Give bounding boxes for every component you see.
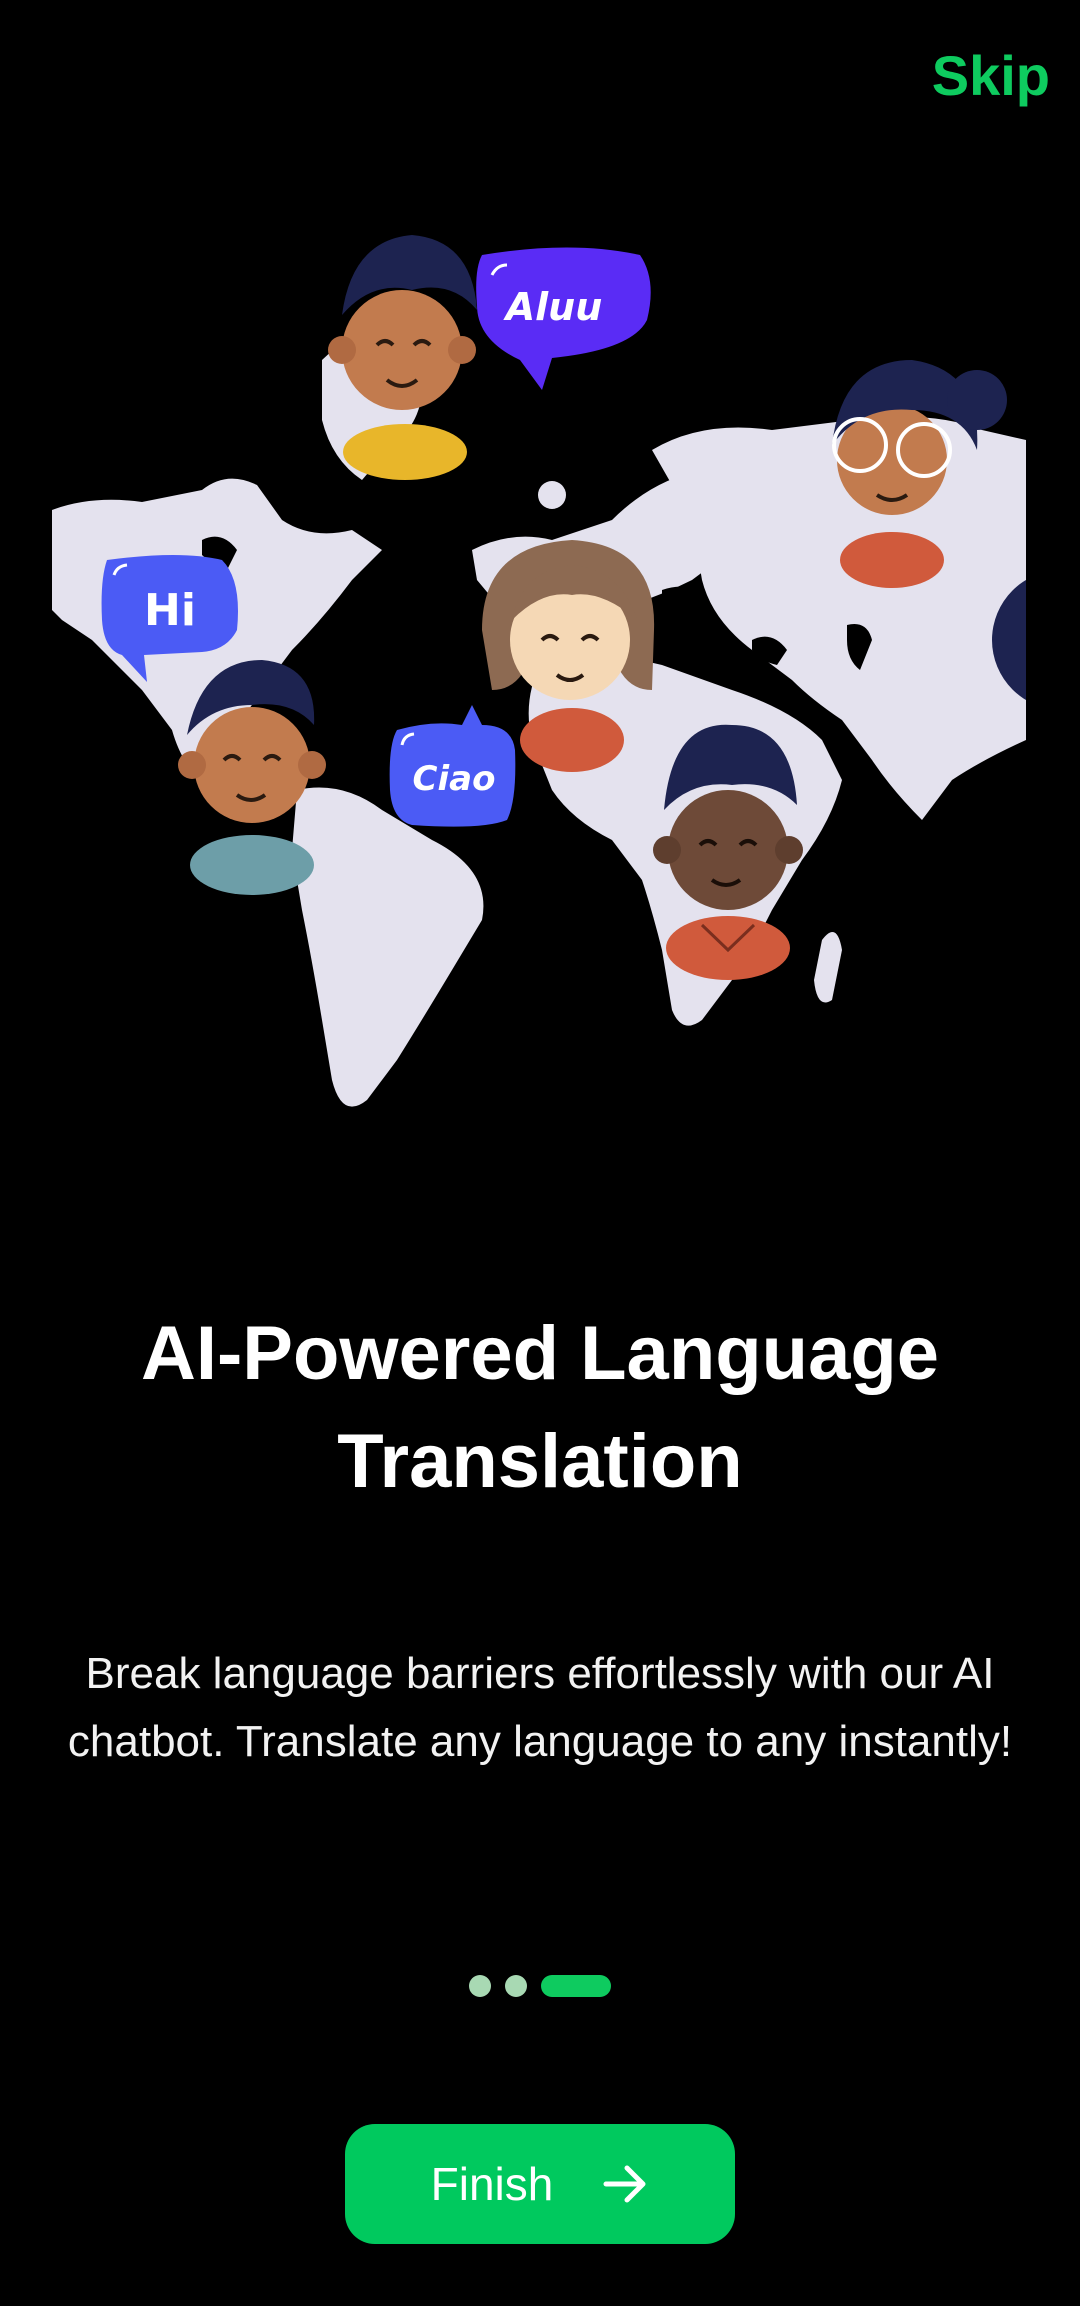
bubble-text-hi: Hi <box>144 585 196 636</box>
person-avatar-bottom <box>653 724 803 980</box>
bubble-text-ciao: Ciao <box>413 759 496 799</box>
pagination-dot-2 <box>505 1975 527 1997</box>
finish-button[interactable]: Finish <box>345 2124 735 2244</box>
bubble-text-aluu: Aluu <box>503 285 603 329</box>
speech-bubble-ciao: Ciao <box>389 705 516 827</box>
arrow-right-icon <box>603 2165 646 2203</box>
world-map-illustration: Aluu Hi Ciao <box>52 235 1026 1107</box>
speech-bubble-aluu: Aluu <box>476 247 651 390</box>
skip-button[interactable]: Skip <box>932 40 1050 112</box>
person-avatar-top <box>328 235 477 480</box>
pagination-dot-1 <box>469 1975 491 1997</box>
finish-label: Finish <box>430 2158 554 2210</box>
pagination-dot-3-active <box>541 1975 611 1997</box>
pagination-indicator <box>0 1974 1080 1998</box>
page-title: AI-Powered Language Translation <box>140 1311 940 1504</box>
page-description: Break language barriers effortlessly wit… <box>67 1649 1013 1766</box>
